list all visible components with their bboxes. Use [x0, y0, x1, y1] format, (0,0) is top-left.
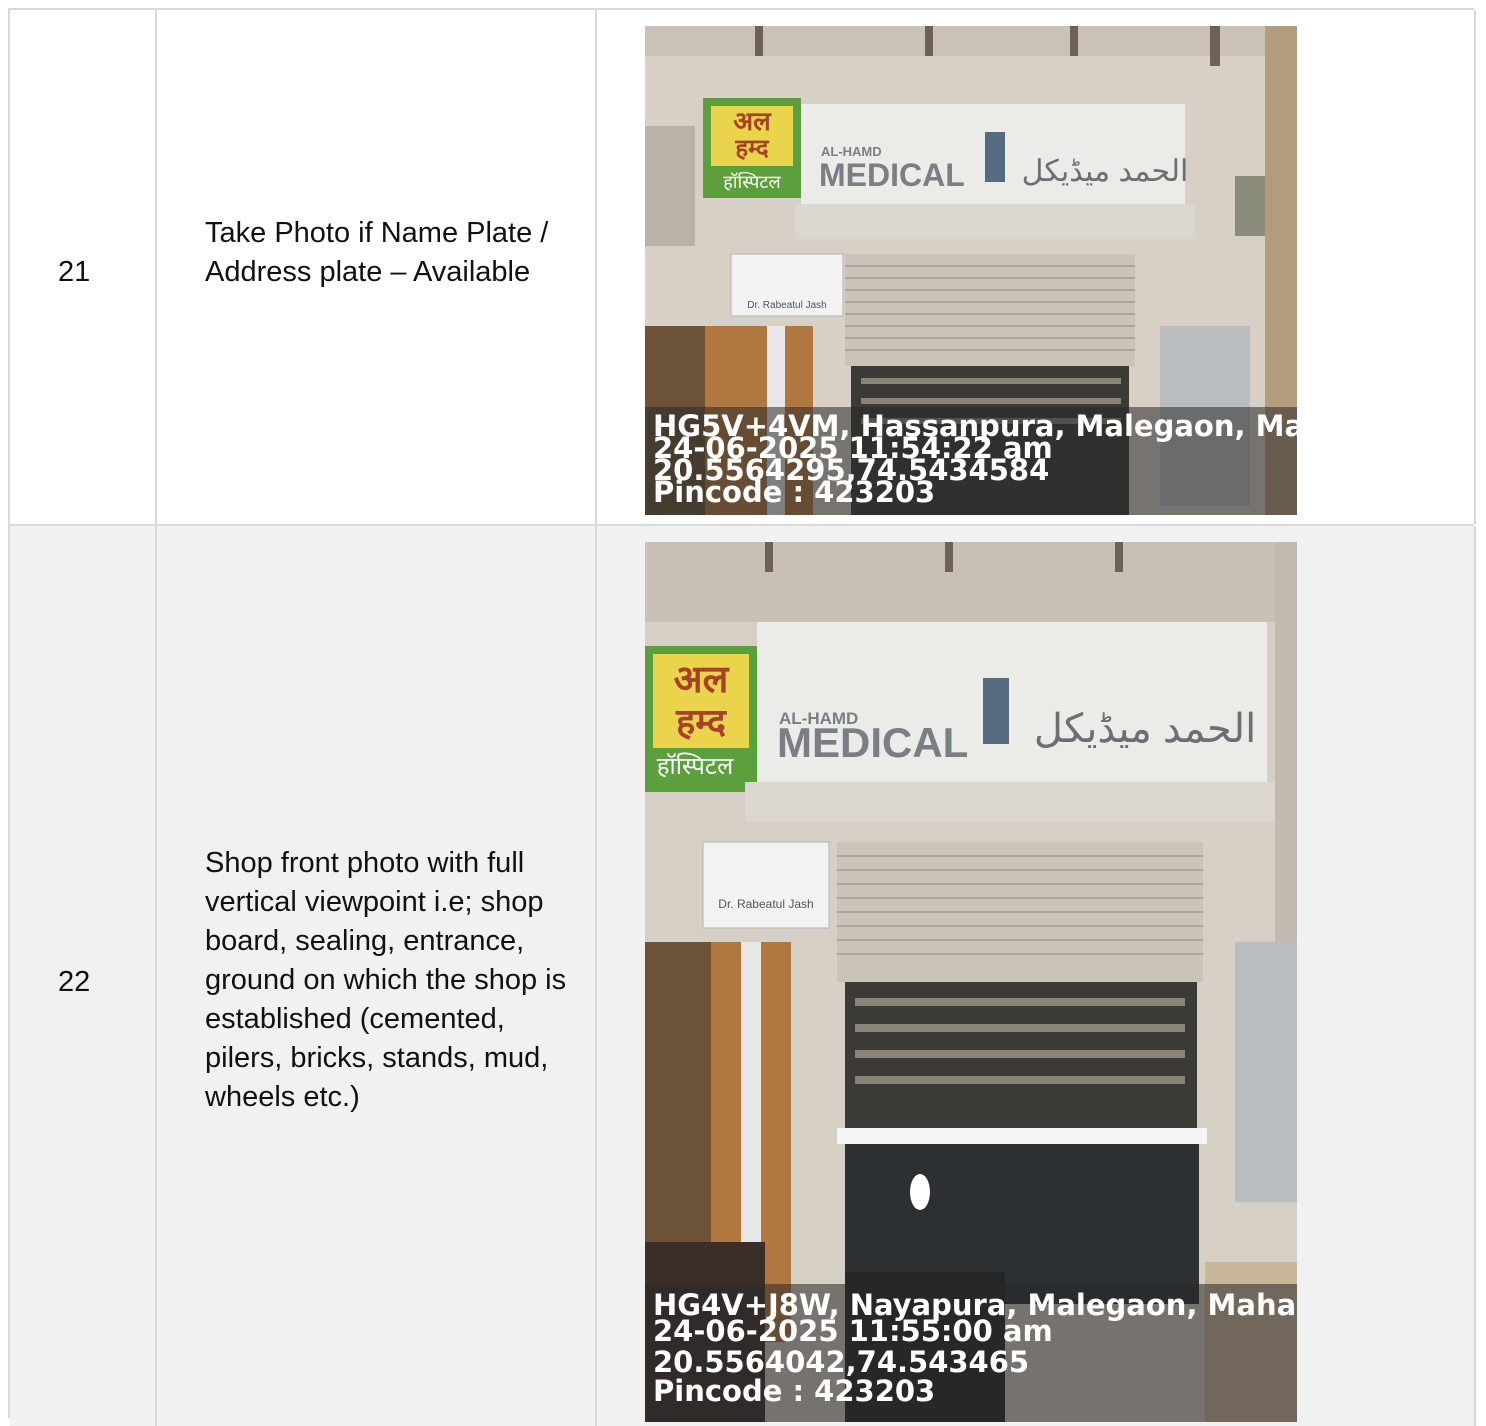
photo-cell: अल हम्द हॉस्पिटल AL-HAMD MEDICAL الحمد م… [597, 10, 1476, 524]
board-urdu-text: الحمد میڈیکل [1034, 707, 1256, 751]
doctor-plate-text: Dr. Rabeatul Jash [718, 897, 813, 911]
geo-stamp: HG4V+J8W, Nayapura, Malegaon, Maharashtr… [645, 1284, 1297, 1422]
photo-cell: अल हम्द हॉस्पिटल AL-HAMD MEDICAL الحمد م… [597, 526, 1476, 1426]
hospital-sign-line2: हम्द [734, 135, 769, 162]
hospital-sign-line1: अल [674, 659, 730, 701]
description-cell: Take Photo if Name Plate / Address plate… [157, 10, 597, 524]
description-text: Take Photo if Name Plate / Address plate… [205, 217, 549, 288]
description-cell: Shop front photo with full vertical view… [157, 526, 597, 1426]
hospital-sign-line3: हॉस्पिटल [723, 171, 781, 192]
table-row: 22 Shop front photo with full vertical v… [10, 526, 1476, 1426]
serial-number: 22 [58, 966, 91, 998]
serial-cell: 21 [10, 10, 157, 524]
hospital-sign-line1: अल [733, 106, 772, 136]
table-row: 21 Take Photo if Name Plate / Address pl… [10, 10, 1476, 526]
serial-cell: 22 [10, 526, 157, 1426]
hospital-sign-line3: हॉस्पिटल [657, 752, 734, 780]
board-big-text: MEDICAL [819, 157, 965, 193]
description-text: Shop front photo with full vertical view… [205, 847, 567, 1113]
geo-stamp-pincode: Pincode : 423203 [653, 1374, 936, 1408]
doctor-plate-text: Dr. Rabeatul Jash [747, 300, 827, 311]
evidence-table: 21 Take Photo if Name Plate / Address pl… [8, 8, 1476, 1426]
shop-photo[interactable]: अल हम्द हॉस्पिटल AL-HAMD MEDICAL الحمد م… [645, 542, 1297, 1422]
board-big-text: MEDICAL [777, 719, 968, 766]
shop-photo[interactable]: अल हम्द हॉस्पिटल AL-HAMD MEDICAL الحمد م… [645, 26, 1297, 515]
serial-number: 21 [58, 256, 91, 288]
geo-stamp: HG5V+4VM, Hassanpura, Malegaon, Maharash… [645, 407, 1297, 515]
board-urdu-text: الحمد میڈیکل [1022, 155, 1189, 188]
hospital-sign-line2: हम्द [675, 701, 728, 742]
